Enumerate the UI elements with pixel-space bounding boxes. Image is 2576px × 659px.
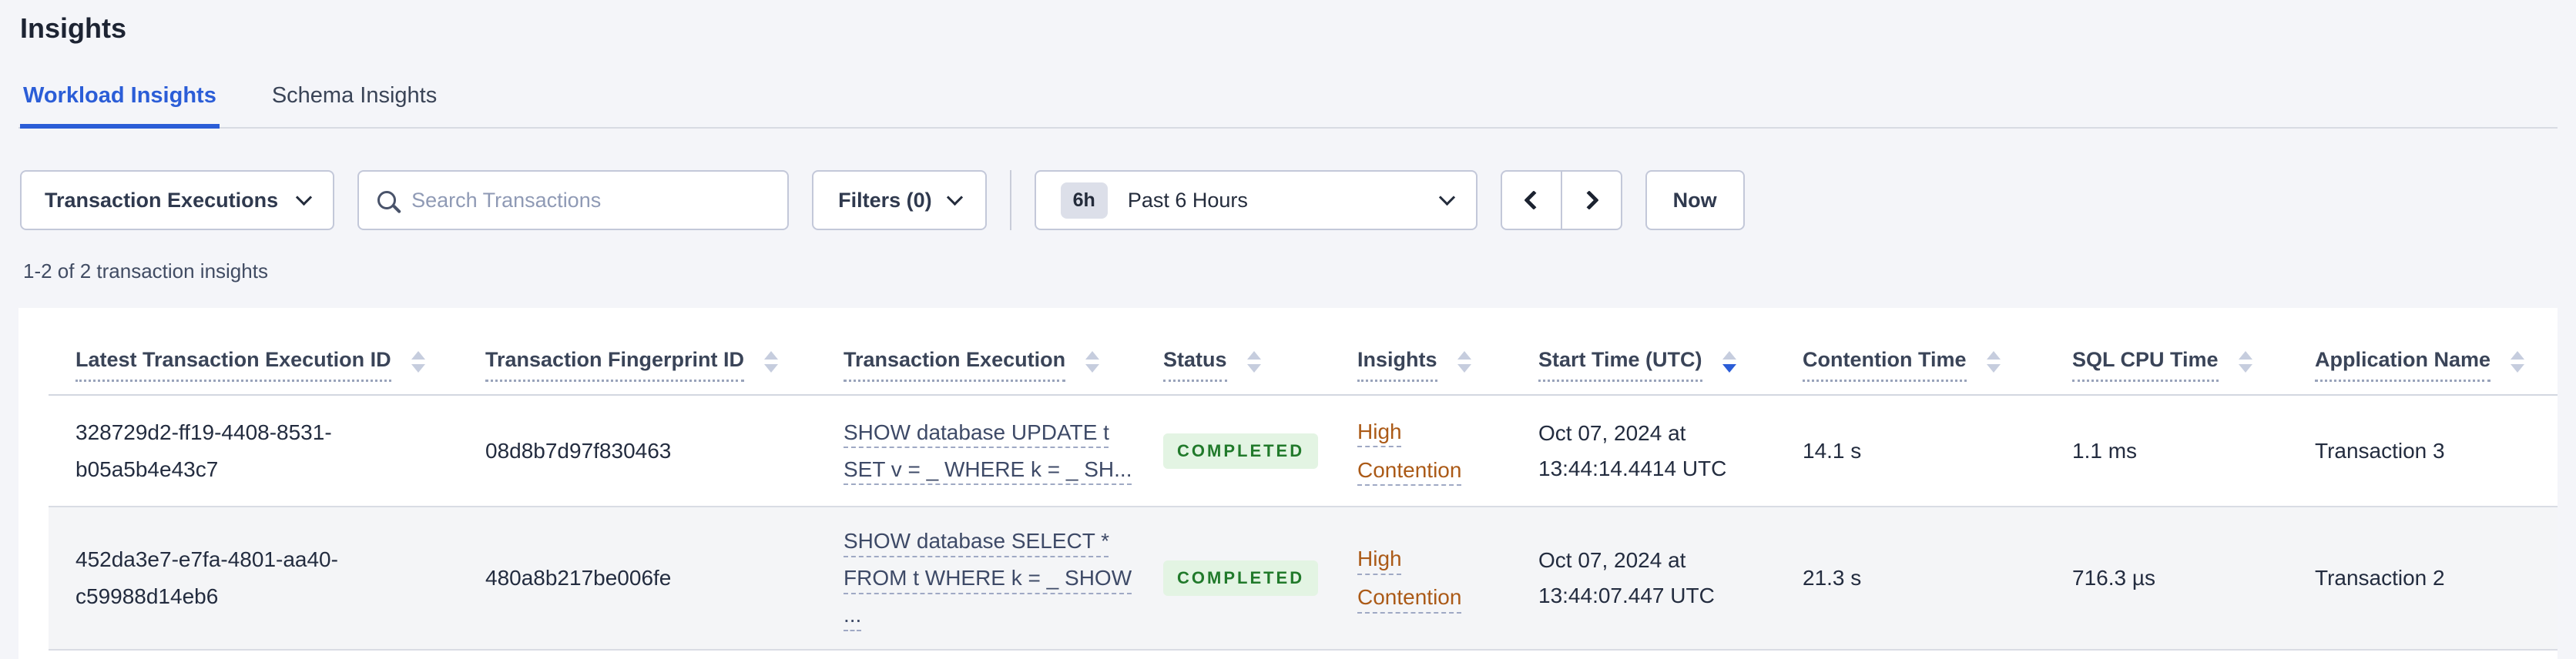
cell-status: COMPLETED bbox=[1163, 560, 1357, 596]
cell-start-time: Oct 07, 2024 at 13:44:07.447 UTC bbox=[1538, 548, 1715, 607]
sort-icon bbox=[1457, 351, 1471, 373]
transaction-execution-link[interactable]: ... bbox=[844, 597, 861, 634]
tab-workload-insights[interactable]: Workload Insights bbox=[20, 83, 220, 129]
filters-button-label: Filters (0) bbox=[838, 188, 932, 212]
insights-table-card: Latest Transaction Execution ID Transact… bbox=[18, 308, 2558, 659]
cell-fingerprint-id: 480a8b217be006fe bbox=[485, 566, 672, 590]
status-badge: COMPLETED bbox=[1163, 560, 1319, 596]
cell-application-name: Transaction 3 bbox=[2315, 438, 2445, 463]
time-range-label: Past 6 Hours bbox=[1127, 188, 1248, 212]
cell-insights: High Contention bbox=[1357, 413, 1538, 490]
cell-status: COMPLETED bbox=[1163, 433, 1357, 469]
cell-execution-id: 328729d2-ff19-4408-8531-b05a5b4e43c7 bbox=[75, 420, 332, 481]
cell-transaction-execution: SHOW database SELECT * FROM t WHERE k = … bbox=[844, 523, 1163, 634]
search-box[interactable] bbox=[357, 170, 790, 230]
column-header-transaction-fingerprint-id[interactable]: Transaction Fingerprint ID bbox=[485, 348, 844, 382]
column-header-status[interactable]: Status bbox=[1163, 348, 1357, 382]
tab-bar: Workload Insights Schema Insights bbox=[18, 83, 2558, 129]
now-button-label: Now bbox=[1672, 188, 1717, 212]
insights-table: Latest Transaction Execution ID Transact… bbox=[49, 308, 2558, 651]
sort-icon bbox=[764, 351, 779, 373]
sort-icon bbox=[1986, 351, 2001, 373]
cell-execution-id: 452da3e7-e7fa-4801-aa40-c59988d14eb6 bbox=[75, 547, 338, 608]
column-header-application-name[interactable]: Application Name bbox=[2315, 348, 2558, 382]
toolbar-divider bbox=[1009, 170, 1011, 230]
next-time-range-button[interactable] bbox=[1560, 170, 1622, 230]
sort-icon bbox=[2511, 351, 2525, 373]
tab-schema-insights[interactable]: Schema Insights bbox=[269, 83, 440, 129]
time-range-select[interactable]: 6h Past 6 Hours bbox=[1034, 170, 1478, 230]
insight-type-select[interactable]: Transaction Executions bbox=[20, 170, 335, 230]
column-header-transaction-execution[interactable]: Transaction Execution bbox=[844, 348, 1163, 382]
time-range-badge: 6h bbox=[1060, 182, 1108, 219]
sort-icon bbox=[1246, 351, 1261, 373]
table-header-row: Latest Transaction Execution ID Transact… bbox=[49, 308, 2558, 396]
table-row: 452da3e7-e7fa-4801-aa40-c59988d14eb6 480… bbox=[49, 507, 2558, 651]
chevron-down-icon bbox=[295, 189, 313, 206]
cell-start-time: Oct 07, 2024 at 13:44:14.4414 UTC bbox=[1538, 420, 1727, 480]
search-input[interactable] bbox=[411, 188, 770, 212]
page-title: Insights bbox=[20, 12, 127, 44]
cell-application-name: Transaction 2 bbox=[2315, 566, 2445, 590]
cell-insights: High Contention bbox=[1357, 540, 1538, 617]
sort-icon bbox=[411, 351, 425, 373]
sort-icon bbox=[1085, 351, 1100, 373]
cell-contention-time: 14.1 s bbox=[1803, 438, 1862, 463]
table-row: 328729d2-ff19-4408-8531-b05a5b4e43c7 08d… bbox=[49, 396, 2558, 507]
column-header-contention-time[interactable]: Contention Time bbox=[1803, 348, 2072, 382]
cell-sql-cpu-time: 716.3 µs bbox=[2072, 566, 2155, 590]
search-icon bbox=[377, 191, 397, 209]
transaction-execution-link[interactable]: SET v = _ WHERE k = _ SH... bbox=[844, 451, 1132, 488]
insight-link[interactable]: High Contention bbox=[1357, 540, 1492, 617]
cell-transaction-execution: SHOW database UPDATE t SET v = _ WHERE k… bbox=[844, 414, 1163, 488]
cell-contention-time: 21.3 s bbox=[1803, 566, 1862, 590]
cell-sql-cpu-time: 1.1 ms bbox=[2072, 438, 2138, 463]
chevron-right-icon bbox=[1578, 190, 1599, 210]
column-header-sql-cpu-time[interactable]: SQL CPU Time bbox=[2072, 348, 2315, 382]
column-header-start-time[interactable]: Start Time (UTC) bbox=[1538, 348, 1803, 382]
transaction-execution-link[interactable]: SHOW database UPDATE t bbox=[844, 414, 1109, 451]
sort-icon-active-desc bbox=[1722, 351, 1736, 373]
filters-button[interactable]: Filters (0) bbox=[812, 170, 987, 230]
column-header-insights[interactable]: Insights bbox=[1357, 348, 1538, 382]
table-body: 328729d2-ff19-4408-8531-b05a5b4e43c7 08d… bbox=[49, 396, 2558, 651]
previous-time-range-button[interactable] bbox=[1500, 170, 1562, 230]
toolbar: Transaction Executions Filters (0) 6h Pa… bbox=[20, 170, 2558, 230]
transaction-execution-link[interactable]: SHOW database SELECT * bbox=[844, 523, 1109, 560]
chevron-down-icon bbox=[946, 189, 963, 206]
results-summary: 1-2 of 2 transaction insights bbox=[23, 259, 268, 283]
insight-type-select-label: Transaction Executions bbox=[45, 188, 279, 212]
insights-page: Insights Workload Insights Schema Insigh… bbox=[0, 0, 2576, 659]
time-range-pager bbox=[1500, 170, 1622, 230]
sort-icon bbox=[2238, 351, 2252, 373]
transaction-execution-link[interactable]: FROM t WHERE k = _ SHOW bbox=[844, 560, 1132, 597]
cell-fingerprint-id: 08d8b7d97f830463 bbox=[485, 438, 672, 463]
status-badge: COMPLETED bbox=[1163, 433, 1319, 469]
column-header-latest-transaction-execution-id[interactable]: Latest Transaction Execution ID bbox=[49, 348, 485, 382]
insight-link[interactable]: High Contention bbox=[1357, 413, 1492, 490]
chevron-left-icon bbox=[1523, 190, 1544, 210]
chevron-down-icon bbox=[1438, 189, 1455, 206]
now-button[interactable]: Now bbox=[1645, 170, 1745, 230]
